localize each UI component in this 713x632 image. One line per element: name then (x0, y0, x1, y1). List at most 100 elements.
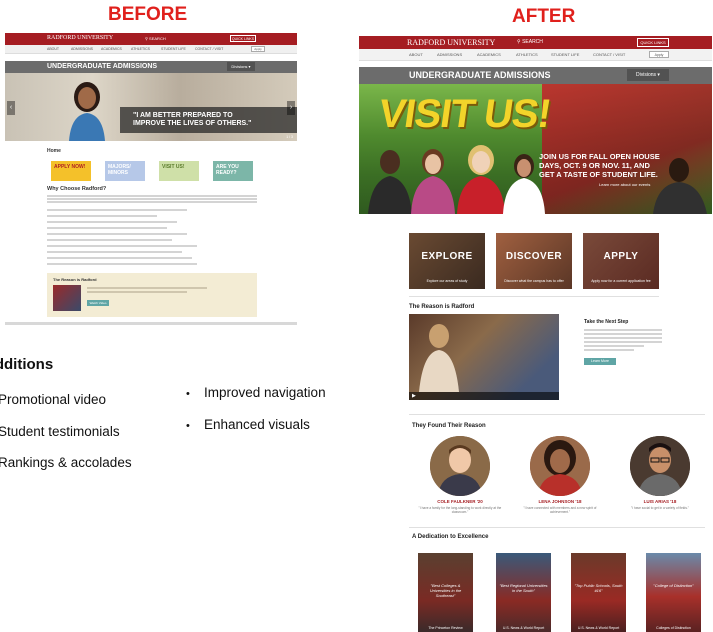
after-divider (409, 414, 705, 415)
student-photo-icon (457, 145, 505, 214)
before-watch-video-button[interactable]: Watch Video (87, 300, 109, 306)
text-line (47, 209, 187, 211)
before-divisions-label: Divisions (231, 64, 248, 69)
text-line (47, 215, 157, 217)
after-search[interactable]: ⚲ SEARCH (517, 39, 543, 45)
after-excellence-heading: A Dedication to Excellence (412, 534, 489, 540)
before-prev-arrow-icon[interactable]: ‹ (7, 101, 15, 115)
bullet-icon: • (186, 388, 190, 400)
before-nav-item[interactable]: ABOUT (47, 47, 59, 51)
award-card[interactable]: "Best Colleges & Universities in the Sou… (418, 553, 473, 632)
after-learn-more-button[interactable]: Learn More (584, 358, 616, 365)
testimonial-quote: "I have connected with members and a new… (523, 506, 597, 514)
after-nav-item[interactable]: ACADEMICS (477, 52, 501, 57)
student-photo-icon (411, 149, 455, 214)
additions-item: Rankings & accolades (0, 455, 132, 470)
after-card-apply[interactable]: APPLY Apply now for a current applicatio… (583, 233, 659, 289)
after-reason-heading: The Reason is Radford (409, 304, 475, 310)
before-nav-item[interactable]: ADMISSIONS (71, 47, 93, 51)
before-search[interactable]: ⚲ SEARCH (145, 36, 166, 41)
text-line (47, 195, 257, 197)
before-tile-label: VISIT US! (162, 164, 185, 170)
before-tile-majors[interactable]: MAJORS/ MINORS (105, 161, 145, 181)
before-bottom-rule (5, 322, 297, 325)
additions-item: Student testimonials (0, 424, 120, 439)
text-line (584, 345, 644, 347)
award-source: The Princeton Review (428, 626, 463, 630)
after-hero-banner[interactable]: VISIT US! JOIN US FOR FALL OPEN HOUSE DA… (359, 84, 712, 214)
before-topbar: RADFORD UNIVERSITY ⚲ SEARCH QUICK LINKS (5, 33, 297, 45)
testimonial-quote: "I have a family for the long-standing t… (418, 506, 502, 514)
text-line (47, 201, 257, 203)
play-icon[interactable]: ▶ (412, 393, 416, 399)
award-card[interactable]: "Best Regional Universities in the South… (496, 553, 551, 632)
award-card[interactable]: "College of Distinction" Colleges of Dis… (646, 553, 701, 632)
after-nav-item[interactable]: STUDENT LIFE (551, 52, 579, 57)
before-tile-ready[interactable]: ARE YOU READY? (213, 161, 253, 181)
after-promo-video[interactable]: ▶ (409, 314, 559, 400)
before-search-label: SEARCH (149, 36, 166, 41)
before-reason-image (53, 285, 81, 311)
student-photo-icon (368, 150, 412, 214)
before-next-arrow-icon[interactable]: › (287, 101, 295, 115)
before-nav-item[interactable]: ACADEMICS (101, 47, 122, 51)
comparison-slide: BEFORE RADFORD UNIVERSITY ⚲ SEARCH QUICK… (0, 0, 713, 632)
after-nav-item[interactable]: ABOUT (409, 52, 423, 57)
after-hero-visit-title: VISIT US! (375, 92, 554, 136)
after-nav-item[interactable]: CONTACT / VISIT (593, 52, 625, 57)
avatar[interactable] (530, 436, 590, 496)
after-join-line: GET A TASTE OF STUDENT LIFE. (539, 170, 658, 179)
text-line (47, 251, 182, 253)
after-search-label: SEARCH (522, 39, 543, 45)
before-band: UNDERGRADUATE ADMISSIONS Divisions ▾ (5, 61, 297, 73)
before-tile-label: APPLY NOW! (54, 164, 86, 170)
text-line (47, 239, 172, 241)
avatar[interactable] (630, 436, 690, 496)
before-apply-button[interactable]: Apply (251, 46, 265, 52)
after-divisions-dropdown[interactable]: Divisions ▾ (627, 69, 669, 81)
after-card-explore[interactable]: EXPLORE Explore our areas of study (409, 233, 485, 289)
award-image (646, 553, 701, 632)
bullet-icon: • (186, 420, 190, 432)
student-photo-icon (419, 324, 459, 392)
before-nav-item[interactable]: STUDENT LIFE (161, 47, 186, 51)
before-tile-label: ARE YOU READY? (216, 164, 239, 176)
text-line (584, 341, 662, 343)
additions-item: Promotional video (0, 392, 107, 407)
before-divisions-dropdown[interactable]: Divisions ▾ (227, 62, 255, 71)
after-card-caption: Explore our areas of study (426, 279, 468, 283)
before-nav-item[interactable]: ATHLETICS (131, 47, 150, 51)
before-screenshot: RADFORD UNIVERSITY ⚲ SEARCH QUICK LINKS … (5, 33, 297, 325)
after-divider (409, 296, 659, 297)
text-line (87, 291, 187, 293)
after-divider (409, 527, 705, 528)
after-join-line: JOIN US FOR FALL OPEN HOUSE (539, 152, 660, 161)
after-card-label: EXPLORE (421, 251, 473, 262)
before-logo[interactable]: RADFORD UNIVERSITY (47, 35, 113, 41)
after-nav-item[interactable]: ATHLETICS (516, 52, 538, 57)
avatar-photo-icon (630, 436, 690, 496)
before-band-title: UNDERGRADUATE ADMISSIONS (47, 63, 158, 70)
award-source: U.S. News & World Report (502, 626, 545, 630)
before-heading: BEFORE (108, 4, 188, 25)
after-card-caption: Apply now for a current application fee (591, 279, 651, 283)
text-line (47, 227, 167, 229)
before-nav-item[interactable]: CONTACT / VISIT (195, 47, 223, 51)
before-tile-visit[interactable]: VISIT US! (159, 161, 199, 181)
avatar[interactable] (430, 436, 490, 496)
after-card-discover[interactable]: DISCOVER Discover what the campus has to… (496, 233, 572, 289)
after-nav-item[interactable]: ADMISSIONS (437, 52, 462, 57)
text-line (584, 337, 662, 339)
award-text: "Best Regional Universities in the South… (499, 583, 548, 593)
before-quick-links-button[interactable]: QUICK LINKS (230, 35, 256, 42)
after-apply-button[interactable]: Apply (649, 51, 669, 58)
before-tile-apply[interactable]: APPLY NOW! (51, 161, 91, 181)
text-line (47, 245, 197, 247)
after-logo[interactable]: RADFORD UNIVERSITY (407, 38, 495, 47)
after-hero-sublink[interactable]: Learn more about our events (599, 182, 650, 187)
text-line (47, 221, 177, 223)
before-why-heading: Why Choose Radford? (47, 186, 107, 192)
award-card[interactable]: "Top Public Schools, South #16" U.S. New… (571, 553, 626, 632)
after-testimonials-heading: They Found Their Reason (412, 423, 486, 429)
after-quick-links-button[interactable]: QUICK LINKS (637, 38, 669, 47)
